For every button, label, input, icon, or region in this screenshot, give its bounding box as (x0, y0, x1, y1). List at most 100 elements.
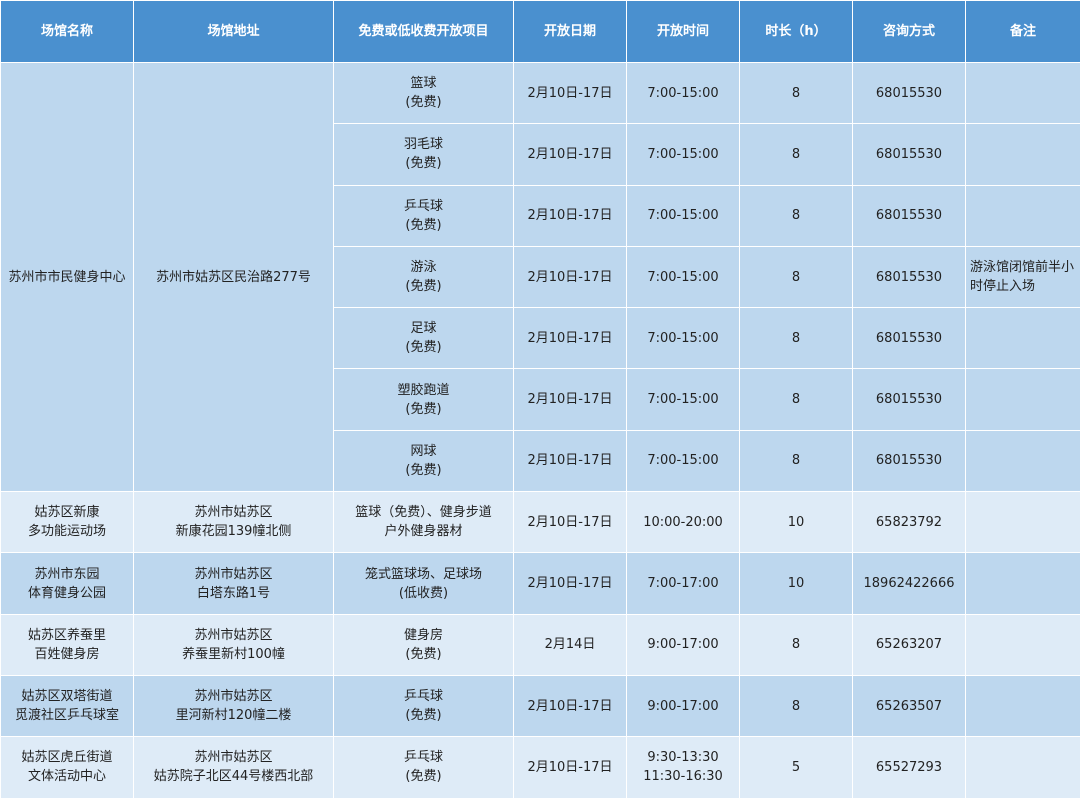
cell-line: 7:00-15:00 (631, 84, 735, 103)
header-venue-address: 场馆地址 (134, 1, 334, 63)
open-item-cell: 羽毛球(免费) (334, 124, 514, 185)
open-date-cell: 2月10日-17日 (514, 492, 627, 553)
contact-cell: 68015530 (853, 246, 966, 307)
cell-line: 苏州市姑苏区民治路277号 (138, 268, 329, 287)
contact-cell: 18962422666 (853, 553, 966, 614)
duration-cell: 10 (740, 492, 853, 553)
venue-address-cell: 苏州市姑苏区姑苏院子北区44号楼西北部 (134, 737, 334, 798)
venue-name-cell: 姑苏区双塔街道觅渡社区乒乓球室 (1, 675, 134, 736)
duration-cell: 8 (740, 246, 853, 307)
cell-line: 9:30-13:30 (631, 748, 735, 767)
cell-line: 苏州市姑苏区 (138, 503, 329, 522)
open-date-cell: 2月10日-17日 (514, 124, 627, 185)
cell-line: 苏州市姑苏区 (138, 687, 329, 706)
open-item-cell: 健身房(免费) (334, 614, 514, 675)
header-duration: 时长（h） (740, 1, 853, 63)
contact-cell: 65263207 (853, 614, 966, 675)
cell-line: 7:00-15:00 (631, 451, 735, 470)
note-cell (966, 614, 1080, 675)
cell-line: (免费) (338, 154, 509, 173)
open-item-cell: 乒乓球(免费) (334, 675, 514, 736)
cell-line: 篮球（免费）、健身步道 (338, 503, 509, 522)
table-header: 场馆名称 场馆地址 免费或低收费开放项目 开放日期 开放时间 时长（h） 咨询方… (1, 1, 1080, 63)
open-item-cell: 笼式篮球场、足球场(低收费) (334, 553, 514, 614)
note-cell (966, 308, 1080, 369)
open-item-cell: 游泳(免费) (334, 246, 514, 307)
cell-line: 篮球 (338, 74, 509, 93)
cell-line: 白塔东路1号 (138, 584, 329, 603)
cell-line: 7:00-15:00 (631, 329, 735, 348)
open-time-cell: 7:00-15:00 (627, 124, 740, 185)
cell-line: 羽毛球 (338, 135, 509, 154)
cell-line: (免费) (338, 216, 509, 235)
open-time-cell: 9:00-17:00 (627, 614, 740, 675)
open-item-cell: 乒乓球(免费) (334, 185, 514, 246)
open-time-cell: 7:00-15:00 (627, 63, 740, 124)
open-date-cell: 2月10日-17日 (514, 308, 627, 369)
note-cell (966, 737, 1080, 798)
contact-cell: 68015530 (853, 185, 966, 246)
cell-line: 苏州市姑苏区 (138, 748, 329, 767)
open-time-cell: 7:00-15:00 (627, 369, 740, 430)
duration-cell: 10 (740, 553, 853, 614)
open-date-cell: 2月10日-17日 (514, 675, 627, 736)
venue-name-cell: 姑苏区养蚕里百姓健身房 (1, 614, 134, 675)
open-time-cell: 10:00-20:00 (627, 492, 740, 553)
open-time-cell: 7:00-15:00 (627, 308, 740, 369)
cell-line: 7:00-17:00 (631, 574, 735, 593)
open-date-cell: 2月10日-17日 (514, 737, 627, 798)
venue-address-cell: 苏州市姑苏区新康花园139幢北侧 (134, 492, 334, 553)
cell-line: (免费) (338, 277, 509, 296)
duration-cell: 8 (740, 430, 853, 491)
table-row: 姑苏区虎丘街道文体活动中心苏州市姑苏区姑苏院子北区44号楼西北部乒乓球(免费)2… (1, 737, 1080, 798)
duration-cell: 8 (740, 63, 853, 124)
cell-line: 乒乓球 (338, 197, 509, 216)
cell-line: 时停止入场 (970, 277, 1076, 296)
cell-line: 觅渡社区乒乓球室 (5, 706, 129, 725)
open-time-cell: 7:00-15:00 (627, 430, 740, 491)
open-time-cell: 7:00-15:00 (627, 185, 740, 246)
cell-line: 多功能运动场 (5, 522, 129, 541)
venue-name-cell: 姑苏区虎丘街道文体活动中心 (1, 737, 134, 798)
duration-cell: 8 (740, 308, 853, 369)
open-date-cell: 2月10日-17日 (514, 63, 627, 124)
table-body: 苏州市市民健身中心苏州市姑苏区民治路277号篮球(免费)2月10日-17日7:0… (1, 63, 1080, 799)
header-open-date: 开放日期 (514, 1, 627, 63)
cell-line: (免费) (338, 93, 509, 112)
open-item-cell: 塑胶跑道(免费) (334, 369, 514, 430)
duration-cell: 8 (740, 369, 853, 430)
note-cell: 游泳馆闭馆前半小时停止入场 (966, 246, 1080, 307)
table-row: 姑苏区新康多功能运动场苏州市姑苏区新康花园139幢北侧篮球（免费）、健身步道户外… (1, 492, 1080, 553)
open-date-cell: 2月10日-17日 (514, 430, 627, 491)
contact-cell: 68015530 (853, 308, 966, 369)
cell-line: (免费) (338, 767, 509, 786)
cell-line: (免费) (338, 461, 509, 480)
venue-address-cell: 苏州市姑苏区民治路277号 (134, 63, 334, 492)
cell-line: (免费) (338, 400, 509, 419)
contact-cell: 68015530 (853, 430, 966, 491)
cell-line: 游泳馆闭馆前半小 (970, 258, 1076, 277)
note-cell (966, 430, 1080, 491)
note-cell (966, 63, 1080, 124)
cell-line: 7:00-15:00 (631, 145, 735, 164)
open-item-cell: 篮球（免费）、健身步道户外健身器材 (334, 492, 514, 553)
cell-line: 足球 (338, 319, 509, 338)
cell-line: 新康花园139幢北侧 (138, 522, 329, 541)
note-cell (966, 185, 1080, 246)
duration-cell: 8 (740, 124, 853, 185)
cell-line: (免费) (338, 645, 509, 664)
open-date-cell: 2月10日-17日 (514, 185, 627, 246)
cell-line: 10:00-20:00 (631, 513, 735, 532)
cell-line: 姑苏区双塔街道 (5, 687, 129, 706)
venue-address-cell: 苏州市姑苏区白塔东路1号 (134, 553, 334, 614)
open-time-cell: 7:00-15:00 (627, 246, 740, 307)
open-time-cell: 9:30-13:3011:30-16:30 (627, 737, 740, 798)
venue-address-cell: 苏州市姑苏区养蚕里新村100幢 (134, 614, 334, 675)
cell-line: 7:00-15:00 (631, 390, 735, 409)
cell-line: 里河新村120幢二楼 (138, 706, 329, 725)
open-date-cell: 2月10日-17日 (514, 553, 627, 614)
contact-cell: 68015530 (853, 63, 966, 124)
note-cell (966, 492, 1080, 553)
table-row: 苏州市市民健身中心苏州市姑苏区民治路277号篮球(免费)2月10日-17日7:0… (1, 63, 1080, 124)
note-cell (966, 675, 1080, 736)
